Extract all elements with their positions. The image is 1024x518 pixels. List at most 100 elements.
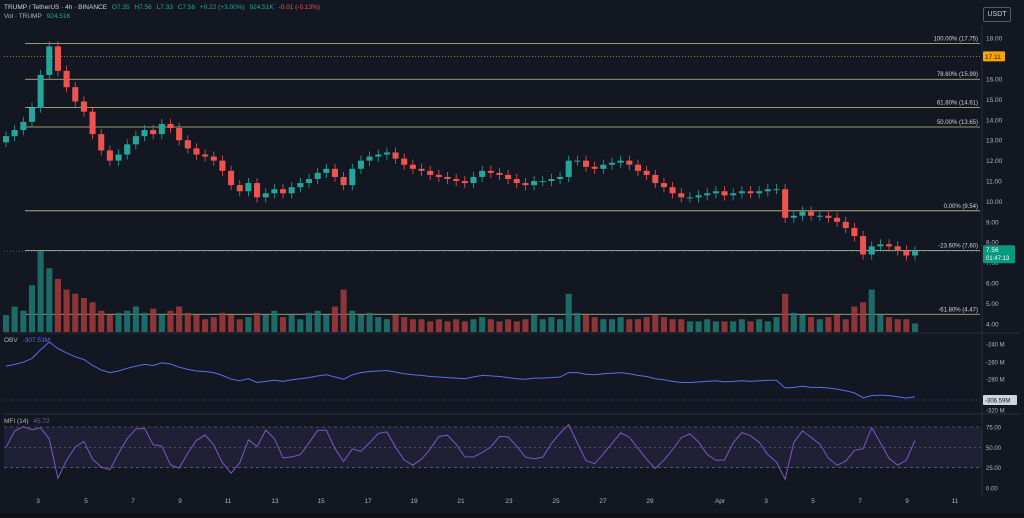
time-tick-label: 19: [410, 498, 418, 505]
volume-bar: [80, 298, 87, 332]
obv-last-badge: -306.59M: [985, 399, 1010, 405]
volume-bar: [401, 317, 408, 332]
candle-body: [236, 185, 243, 192]
volume-bar: [860, 302, 867, 332]
price-tick-label: 6.00: [986, 281, 999, 288]
candle-body: [608, 162, 616, 165]
time-tick-label: 17: [364, 498, 372, 505]
volume-bar: [548, 317, 555, 332]
candle-body: [184, 140, 191, 149]
change-secondary: -0.01 (-0.13%): [278, 4, 321, 11]
price-tick-label: 14.00: [986, 117, 1003, 124]
candle-body: [254, 183, 261, 198]
volume-bar: [297, 319, 304, 332]
candle-body: [444, 176, 451, 179]
volume-bar: [193, 315, 200, 332]
volume-bar: [305, 312, 313, 332]
mfi-axis-label: 75.00: [986, 426, 1002, 432]
volume-bar: [28, 285, 36, 332]
candle-body: [392, 152, 399, 159]
candle-body: [167, 123, 174, 128]
volume-bar: [539, 319, 546, 332]
candle-body: [643, 170, 650, 175]
time-tick-label: 5: [84, 498, 88, 505]
volume-bar: [660, 317, 667, 332]
candle-body: [626, 160, 633, 165]
fib-level-label: 0.00% (9.54): [944, 204, 978, 210]
volume-bar: [106, 315, 113, 332]
candle-body: [305, 179, 313, 184]
volume-bar: [435, 319, 442, 332]
price-tick-label: 16.00: [986, 77, 1003, 84]
candle-body: [453, 179, 460, 182]
volume-bar: [608, 319, 616, 332]
candle-body: [868, 246, 875, 255]
volume-bar: [738, 319, 745, 332]
volume-bar: [600, 319, 607, 332]
candle-body: [756, 191, 763, 194]
candle-body: [479, 170, 486, 177]
time-tick-label: 13: [271, 498, 279, 505]
candle-body: [2, 136, 10, 143]
candle-body: [331, 168, 339, 177]
candle-body: [591, 166, 598, 169]
ohlc-close: C7.56: [177, 4, 196, 11]
candle-body: [487, 170, 494, 173]
candle-body: [678, 193, 685, 198]
candle-body: [427, 170, 434, 175]
chart-frame: 18.0017.0016.0015.0014.0013.0012.0011.00…: [0, 0, 1024, 513]
candle-body: [375, 154, 382, 157]
candle-body: [712, 191, 719, 194]
obv-line: [5, 341, 916, 399]
volume-bar: [219, 312, 226, 332]
candle-body: [730, 193, 737, 196]
volume-bar: [461, 321, 468, 332]
candle-body: [860, 236, 867, 255]
candle-body: [28, 107, 36, 122]
price-tick-label: 10.00: [986, 199, 1003, 206]
obv-label: OBV: [4, 337, 18, 344]
candle-body: [89, 111, 96, 135]
candle-body: [790, 215, 797, 218]
currency-button[interactable]: USDT: [983, 7, 1011, 22]
fib-level-label: -23.60% (7.60): [938, 243, 978, 249]
candle-body: [106, 150, 113, 161]
volume-bar: [782, 293, 789, 332]
volume-bar: [202, 319, 209, 332]
candle-body: [141, 130, 148, 137]
ohlc-change: +0.22 (+3.00%): [199, 4, 245, 11]
volume-bar: [764, 321, 771, 332]
volume-bar: [2, 315, 10, 332]
candle-body: [340, 176, 347, 186]
candle-body: [808, 211, 815, 216]
fib-level-label: 61.80% (14.61): [937, 100, 978, 106]
obv-axis-label: -320 M: [986, 409, 1005, 415]
candle-body: [366, 156, 373, 161]
volume-bar: [816, 319, 823, 332]
time-tick-label: 25: [552, 498, 560, 505]
candle-body: [115, 154, 122, 161]
candle-body: [72, 87, 79, 102]
volume-bar: [158, 315, 165, 332]
price-tick-label: 13.00: [986, 138, 1003, 145]
fib-level-label: 100.00% (17.75): [934, 36, 978, 42]
chart-svg[interactable]: 18.0017.0016.0015.0014.0013.0012.0011.00…: [0, 0, 1024, 513]
vol-inline: 924.51K: [249, 4, 274, 11]
volume-bar: [868, 289, 875, 332]
time-tick-label: 3: [36, 498, 40, 505]
candle-body: [418, 168, 425, 171]
volume-bar: [842, 319, 849, 332]
volume-bar: [409, 319, 416, 332]
volume-bar: [150, 308, 157, 332]
candle-body: [37, 74, 44, 108]
mfi-axis-label: 25.00: [986, 466, 1002, 472]
symbol-legend: TRUMP / TetherUS · 4h · BINANCE O7.35 H7…: [4, 4, 323, 11]
volume-bar: [582, 315, 590, 332]
countdown-badge: 01:47:13: [986, 256, 1010, 262]
volume-bar: [487, 319, 494, 332]
candle-body: [877, 244, 884, 247]
volume-bar: [531, 315, 538, 332]
volume-bar: [747, 321, 754, 332]
candle-body: [513, 179, 520, 184]
volume-bar: [834, 315, 841, 332]
